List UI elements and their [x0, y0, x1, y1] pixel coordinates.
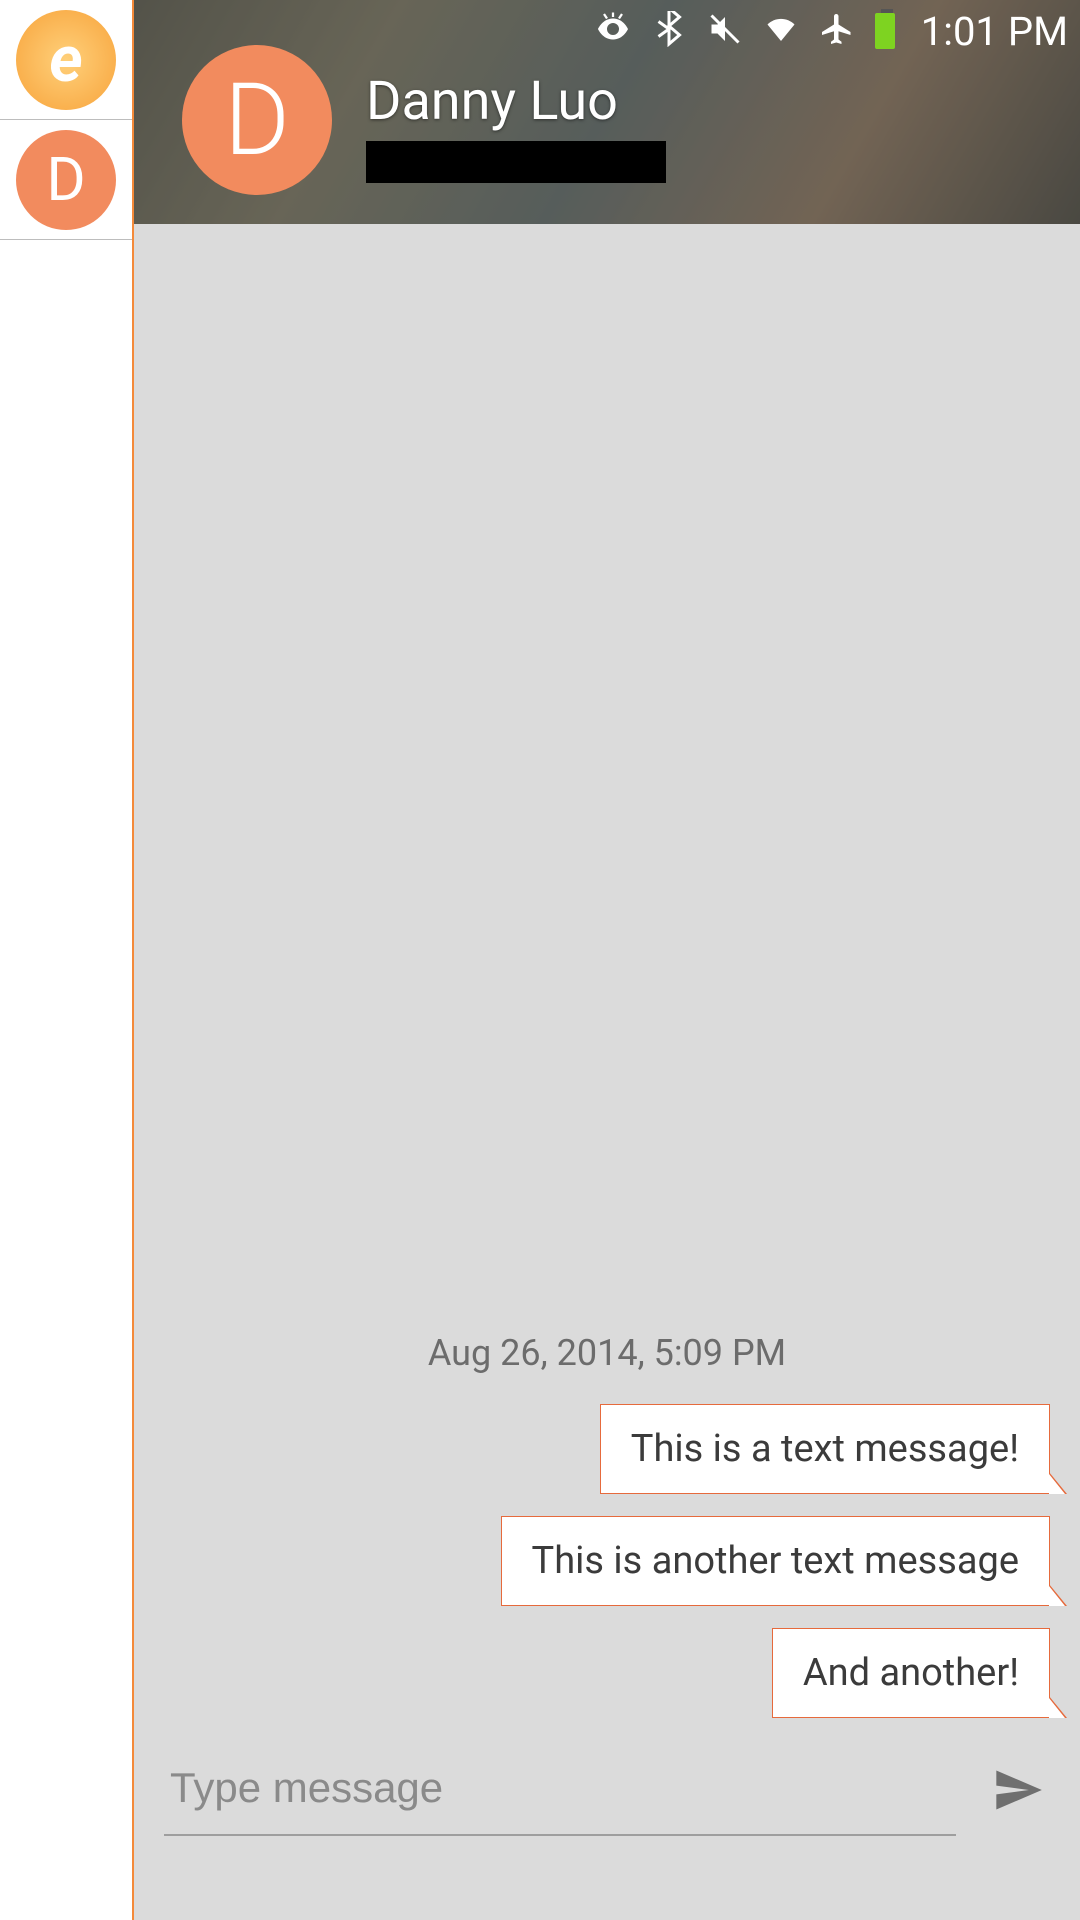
date-separator: Aug 26, 2014, 5:09 PM [164, 1332, 1050, 1374]
bluetooth-icon [651, 11, 687, 51]
contact-subtitle-redacted [366, 141, 666, 183]
wifi-icon [763, 11, 799, 51]
main-panel: 1:01 PM D Danny Luo Aug 26, 2014, 5:09 P… [134, 0, 1080, 1920]
airplane-icon [819, 11, 855, 51]
app-logo-glyph: e [49, 22, 83, 97]
header-avatar-initial: D [224, 62, 290, 179]
status-time: 1:01 PM [921, 8, 1068, 55]
outgoing-message-bubble: This is a text message! [600, 1404, 1050, 1494]
sidebar-rail: e D [0, 0, 134, 1920]
status-bar: 1:01 PM [595, 6, 1068, 56]
outgoing-message-bubble: This is another text message [501, 1516, 1050, 1606]
eye-icon [595, 11, 631, 51]
send-icon [992, 1764, 1044, 1816]
conversation-header: 1:01 PM D Danny Luo [134, 0, 1080, 224]
battery-icon [875, 13, 895, 49]
message-input[interactable] [164, 1750, 956, 1836]
mute-icon [707, 11, 743, 51]
header-contact-avatar[interactable]: D [182, 45, 332, 195]
message-text: And another! [803, 1651, 1019, 1695]
message-row[interactable]: And another! [164, 1628, 1050, 1718]
message-list[interactable]: Aug 26, 2014, 5:09 PM This is a text mes… [134, 224, 1080, 1740]
contact-name: Danny Luo [366, 70, 666, 133]
message-text: This is another text message [532, 1539, 1019, 1583]
header-texts: Danny Luo [366, 70, 666, 183]
message-text: This is a text message! [631, 1427, 1019, 1471]
sidebar-contact-avatar: D [16, 130, 116, 230]
app-logo-icon: e [16, 10, 116, 110]
outgoing-message-bubble: And another! [772, 1628, 1050, 1718]
app-logo-button[interactable]: e [0, 0, 132, 120]
message-row[interactable]: This is a text message! [164, 1404, 1050, 1494]
send-button[interactable] [986, 1758, 1050, 1822]
sidebar-contact-initial: D [46, 144, 85, 215]
sidebar-contact[interactable]: D [0, 120, 132, 240]
message-row[interactable]: This is another text message [164, 1516, 1050, 1606]
composer [134, 1740, 1080, 1920]
